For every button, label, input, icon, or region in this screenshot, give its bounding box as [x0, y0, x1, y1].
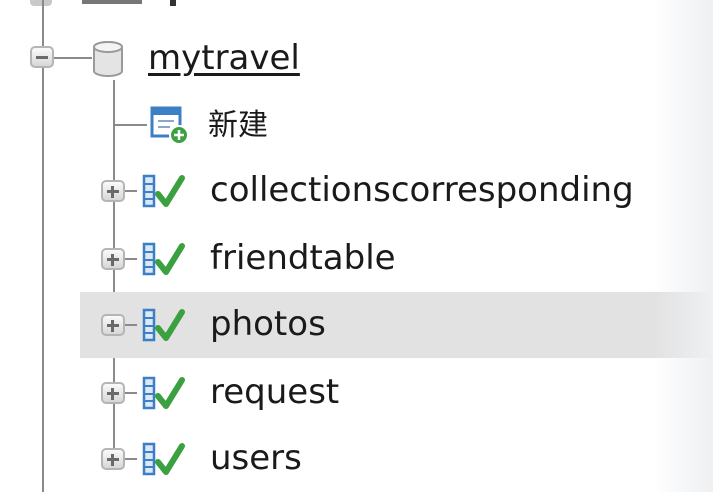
table-icon	[142, 174, 185, 208]
expand-toggle[interactable]	[101, 448, 125, 470]
new-table-node[interactable]: 新建	[0, 92, 713, 158]
expand-toggle[interactable]	[101, 314, 125, 336]
collapse-toggle[interactable]	[30, 46, 54, 68]
object-tree: mytravel 新建 collectionscorresponding fri…	[0, 0, 713, 492]
new-table-label: 新建	[208, 108, 268, 143]
table-label: users	[210, 438, 302, 478]
previous-node-fragment	[30, 0, 230, 10]
table-label: request	[210, 372, 340, 412]
table-icon	[142, 308, 185, 342]
expand-toggle[interactable]	[101, 180, 125, 202]
expand-toggle[interactable]	[101, 382, 125, 404]
table-node-collectionscorresponding[interactable]: collectionscorresponding	[0, 158, 713, 224]
database-node[interactable]: mytravel	[0, 24, 713, 90]
table-label: collectionscorresponding	[210, 170, 634, 210]
table-icon	[142, 442, 185, 476]
table-node-users[interactable]: users	[0, 426, 713, 492]
table-icon	[142, 376, 185, 410]
table-icon	[142, 242, 185, 276]
database-name[interactable]: mytravel	[148, 38, 300, 78]
new-table-icon	[150, 106, 189, 145]
database-icon	[93, 41, 123, 77]
table-label: photos	[210, 304, 326, 344]
expand-toggle[interactable]	[101, 248, 125, 270]
table-node-friendtable[interactable]: friendtable	[0, 226, 713, 292]
table-node-photos[interactable]: photos	[80, 292, 713, 358]
table-node-request[interactable]: request	[0, 360, 713, 426]
table-label: friendtable	[210, 238, 396, 278]
